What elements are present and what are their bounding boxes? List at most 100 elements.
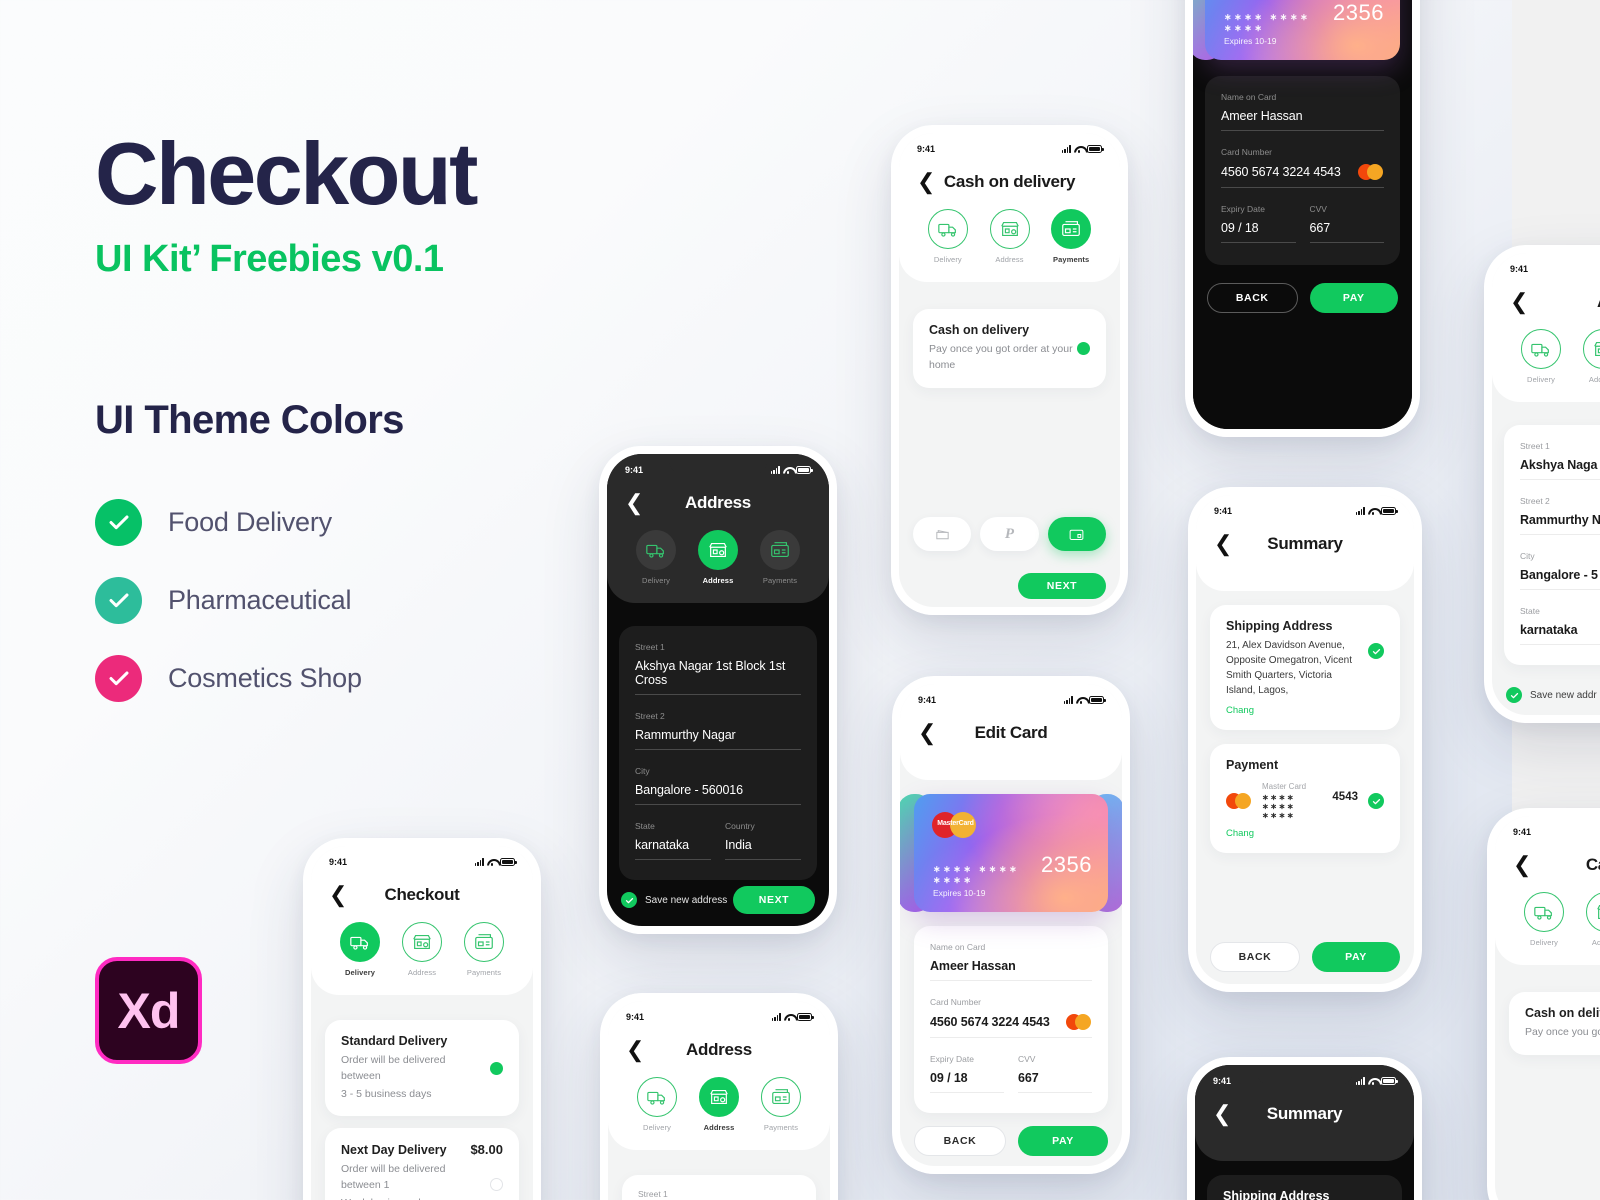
payment-method-pills: P bbox=[899, 517, 1120, 551]
back-button[interactable]: ❮ bbox=[1510, 291, 1528, 313]
step-delivery[interactable]: Delivery bbox=[626, 1077, 688, 1132]
field-cvv[interactable]: CVV 667 bbox=[1018, 1054, 1092, 1093]
field-cvv[interactable]: CVV 667 bbox=[1309, 204, 1384, 243]
credit-card-visual[interactable]: MasterCard ∗∗∗∗ ∗∗∗∗ ∗∗∗∗ 2356 Expires 1… bbox=[1205, 0, 1400, 60]
delivery-option-next-day[interactable]: Next Day Delivery $8.00 Order will be de… bbox=[325, 1128, 519, 1200]
field-city[interactable]: City Bangalore - 5 bbox=[1520, 551, 1600, 590]
step-address[interactable]: Address bbox=[979, 209, 1041, 264]
summary-payment-card[interactable]: Payment Master Card ∗∗∗∗ ∗∗∗∗ ∗∗∗∗ 4543 bbox=[1210, 744, 1400, 853]
step-address[interactable]: Address bbox=[688, 1077, 750, 1132]
step-payments[interactable]: Payments bbox=[749, 530, 811, 585]
payment-option-cod[interactable]: Cash on delivery Pay once you got order … bbox=[913, 309, 1106, 388]
step-address[interactable]: Address bbox=[1575, 892, 1600, 947]
back-button-action[interactable]: BACK bbox=[1210, 942, 1300, 972]
field-card-number[interactable]: Card Number 4560 5674 3224 4543 bbox=[930, 997, 1092, 1038]
page-subtitle: UI Kit’ Freebies v0.1 bbox=[95, 238, 444, 280]
pay-button[interactable]: PAY bbox=[1018, 1126, 1108, 1156]
address-form: Street 1 Akshya Nagar 1st Block 1st Cros… bbox=[619, 626, 817, 880]
field-city[interactable]: City Bangalore - 560016 bbox=[635, 766, 801, 805]
status-time: 9:41 bbox=[1214, 506, 1233, 516]
next-button[interactable]: NEXT bbox=[1018, 573, 1106, 599]
change-link-payment[interactable]: Chang bbox=[1226, 828, 1384, 839]
pill-wallet[interactable] bbox=[913, 517, 972, 551]
field-name-on-card[interactable]: Name on Card Ameer Hassan bbox=[1221, 92, 1384, 131]
phone-summary-light: 9:41 ❮ Summary Shipping Address 21, Alex… bbox=[1188, 487, 1422, 992]
step-address[interactable]: Address bbox=[687, 530, 749, 585]
step-delivery[interactable]: Delivery bbox=[625, 530, 687, 585]
back-button-action[interactable]: BACK bbox=[914, 1126, 1006, 1156]
field-street-1[interactable]: Street 1 Akshya Nagar 1st Block 1st Cros… bbox=[635, 642, 801, 695]
step-payments[interactable]: Payments bbox=[1040, 209, 1102, 264]
back-button[interactable]: ❮ bbox=[625, 492, 643, 514]
phone-summary-dark: 9:41 ❮ Summary Shipping Address bbox=[1187, 1057, 1422, 1200]
step-indicator: Delivery Address Payments bbox=[899, 193, 1120, 282]
delivery-option-standard[interactable]: Standard Delivery Order will be delivere… bbox=[325, 1020, 519, 1117]
field-country[interactable]: Country India bbox=[725, 821, 801, 860]
back-button[interactable]: ❮ bbox=[1214, 533, 1232, 555]
next-button[interactable]: NEXT bbox=[733, 886, 815, 914]
step-address[interactable]: Address bbox=[391, 922, 453, 977]
step-delivery[interactable]: Delivery bbox=[1513, 892, 1575, 947]
field-street-2[interactable]: Street 2 Rammurthy Nag bbox=[1520, 496, 1600, 535]
battery-icon bbox=[797, 1013, 814, 1021]
step-delivery[interactable]: Delivery bbox=[329, 922, 391, 977]
phone-checkout: 9:41 ❮ Checkout Delivery Address Payment… bbox=[303, 838, 541, 1200]
field-street-1[interactable]: Street 1 Akshya Naga bbox=[1520, 441, 1600, 480]
back-button[interactable]: ❮ bbox=[1513, 854, 1531, 876]
save-new-address-toggle[interactable]: Save new addr bbox=[1506, 687, 1597, 703]
notch bbox=[960, 133, 1059, 153]
credit-card-visual[interactable]: MasterCard ∗∗∗∗ ∗∗∗∗ ∗∗∗∗ 2356 Expires 1… bbox=[914, 794, 1108, 912]
check-circle-icon bbox=[95, 576, 142, 624]
step-payments[interactable]: Payments bbox=[750, 1077, 812, 1132]
back-button[interactable]: ❮ bbox=[918, 722, 936, 744]
theme-colors-list: Food Delivery Pharmaceutical Cosmetics S… bbox=[95, 483, 362, 717]
page-title: Checkout bbox=[95, 124, 478, 223]
battery-icon bbox=[1089, 696, 1106, 704]
address-form: Street 1 bbox=[622, 1175, 816, 1200]
signal-icon bbox=[1061, 145, 1071, 153]
step-delivery[interactable]: Delivery bbox=[1510, 329, 1572, 384]
field-card-number[interactable]: Card Number 4560 5674 3224 4543 bbox=[1221, 147, 1384, 188]
back-button-action[interactable]: BACK bbox=[1207, 283, 1298, 313]
pill-card[interactable] bbox=[1047, 517, 1106, 551]
payment-option-cod[interactable]: Cash on deliv Pay once you go bbox=[1509, 992, 1600, 1055]
field-state[interactable]: State karnataka bbox=[635, 821, 711, 860]
back-button[interactable]: ❮ bbox=[329, 884, 347, 906]
truck-icon bbox=[1524, 892, 1564, 932]
summary-shipping-card[interactable]: Shipping Address bbox=[1207, 1175, 1402, 1200]
phone-cash-on-delivery: 9:41 ❮ Cash on delivery Delivery Address… bbox=[891, 125, 1128, 615]
field-street-1[interactable]: Street 1 bbox=[638, 1189, 800, 1199]
radio-unselected[interactable] bbox=[490, 1177, 503, 1191]
save-new-address-toggle[interactable]: Save new address bbox=[621, 892, 727, 908]
pill-paypal[interactable]: P bbox=[980, 517, 1039, 551]
wifi-icon bbox=[1368, 507, 1378, 515]
summary-shipping-card[interactable]: Shipping Address 21, Alex Davidson Avenu… bbox=[1210, 605, 1400, 730]
step-payments[interactable]: Payments bbox=[453, 922, 515, 977]
truck-icon bbox=[637, 1077, 677, 1117]
back-button[interactable]: ❮ bbox=[626, 1039, 644, 1061]
pay-button[interactable]: PAY bbox=[1312, 942, 1400, 972]
back-button[interactable]: ❮ bbox=[1213, 1103, 1231, 1125]
status-time: 9:41 bbox=[917, 144, 936, 154]
field-expiry-date[interactable]: Expiry Date 09 / 18 bbox=[1221, 204, 1296, 243]
pay-button[interactable]: PAY bbox=[1309, 283, 1398, 313]
field-expiry-date[interactable]: Expiry Date 09 / 18 bbox=[930, 1054, 1004, 1093]
battery-icon bbox=[1087, 145, 1104, 153]
radio-selected[interactable] bbox=[490, 1061, 503, 1075]
theme-item-pharmaceutical: Pharmaceutical bbox=[95, 561, 362, 639]
status-time: 9:41 bbox=[918, 695, 937, 705]
step-address[interactable]: Address bbox=[1572, 329, 1600, 384]
back-button[interactable]: ❮ bbox=[917, 171, 935, 193]
screen-title: Cash bbox=[1585, 855, 1600, 874]
field-street-2[interactable]: Street 2 Rammurthy Nagar bbox=[635, 711, 801, 750]
change-link-shipping[interactable]: Chang bbox=[1226, 705, 1358, 716]
mastercard-mini-icon bbox=[1066, 1014, 1092, 1030]
step-delivery[interactable]: Delivery bbox=[917, 209, 979, 264]
address-form: Street 1 Akshya Naga Street 2 Rammurthy … bbox=[1504, 425, 1600, 665]
signal-icon bbox=[1355, 1077, 1365, 1085]
field-state[interactable]: State karnataka bbox=[1520, 606, 1600, 645]
store-icon bbox=[699, 1077, 739, 1117]
field-name-on-card[interactable]: Name on Card Ameer Hassan bbox=[930, 942, 1092, 981]
battery-icon bbox=[500, 858, 517, 866]
radio-selected[interactable] bbox=[1077, 341, 1090, 355]
